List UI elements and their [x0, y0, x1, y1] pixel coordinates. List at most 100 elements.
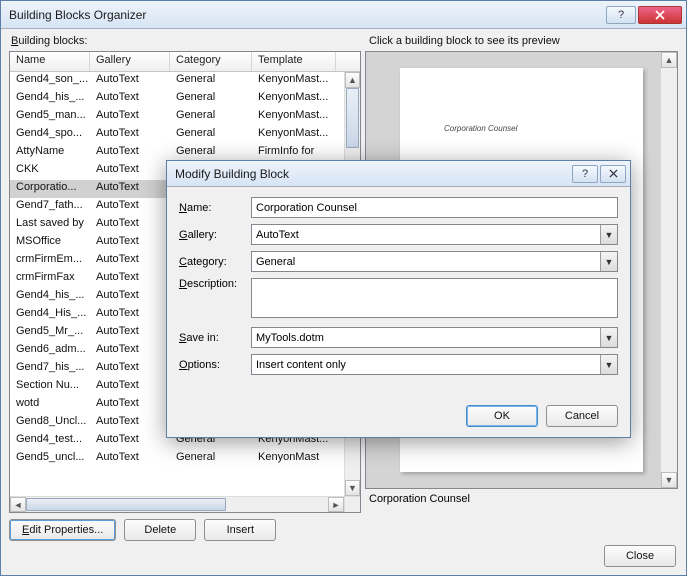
description-label: Description: — [179, 278, 251, 290]
name-input[interactable] — [251, 197, 618, 218]
window-close-button[interactable] — [638, 6, 682, 24]
preview-name-label: Corporation Counsel — [369, 493, 470, 505]
cell-gallery: AutoText — [90, 378, 170, 396]
table-row[interactable]: Gend4_spo...AutoTextGeneralKenyonMast... — [10, 126, 344, 144]
cell-name: Gend5_man... — [10, 108, 90, 126]
preview-scrollbar[interactable]: ▲ ▼ — [661, 52, 677, 488]
scroll-right-arrow-icon[interactable]: ► — [328, 497, 344, 512]
organizer-title: Building Blocks Organizer — [5, 8, 606, 22]
cell-gallery: AutoText — [90, 306, 170, 324]
help-button[interactable]: ? — [606, 6, 636, 24]
category-select[interactable]: General▼ — [251, 251, 618, 272]
cell-name: crmFirmEm... — [10, 252, 90, 270]
preview-scroll-down-icon[interactable]: ▼ — [661, 472, 677, 488]
cell-category: General — [170, 90, 252, 108]
gallery-select[interactable]: AutoText▼ — [251, 224, 618, 245]
chevron-down-icon: ▼ — [600, 328, 617, 347]
col-template[interactable]: Template — [252, 52, 336, 71]
edit-properties-button[interactable]: Edit Properties... — [9, 519, 116, 541]
cell-name: Gend7_his_... — [10, 360, 90, 378]
options-select[interactable]: Insert content only▼ — [251, 354, 618, 375]
cell-name: crmFirmFax — [10, 270, 90, 288]
modal-titlebar: Modify Building Block ? — [167, 161, 630, 187]
modal-close-button[interactable] — [600, 165, 626, 183]
hscroll-thumb[interactable] — [26, 498, 226, 511]
cell-gallery: AutoText — [90, 90, 170, 108]
col-gallery[interactable]: Gallery — [90, 52, 170, 71]
scroll-thumb[interactable] — [346, 88, 359, 148]
col-name[interactable]: Name — [10, 52, 90, 71]
name-label: Name: — [179, 202, 251, 214]
cell-name: Gend5_uncl... — [10, 450, 90, 468]
savein-select[interactable]: MyTools.dotm▼ — [251, 327, 618, 348]
gallery-label: Gallery: — [179, 229, 251, 241]
cell-name: Gend5_Mr_... — [10, 324, 90, 342]
scroll-up-arrow-icon[interactable]: ▲ — [345, 72, 360, 88]
cell-gallery: AutoText — [90, 162, 170, 180]
cell-name: Last saved by — [10, 216, 90, 234]
table-row[interactable]: Gend4_son_...AutoTextGeneralKenyonMast..… — [10, 72, 344, 90]
scroll-down-arrow-icon[interactable]: ▼ — [345, 480, 360, 496]
organizer-titlebar: Building Blocks Organizer ? — [1, 1, 686, 29]
modify-building-block-dialog: Modify Building Block ? Name: Gallery: A… — [166, 160, 631, 438]
cell-name: Gend6_adm... — [10, 342, 90, 360]
cell-name: AttyName — [10, 144, 90, 162]
cell-template: KenyonMast... — [252, 108, 336, 126]
table-row[interactable]: Gend5_man...AutoTextGeneralKenyonMast... — [10, 108, 344, 126]
cell-name: Gend8_Uncl... — [10, 414, 90, 432]
cell-category: General — [170, 108, 252, 126]
cell-name: Gend4_spo... — [10, 126, 90, 144]
cell-gallery: AutoText — [90, 450, 170, 468]
options-label: Options: — [179, 359, 251, 371]
building-blocks-label: Building blocks: — [11, 35, 87, 47]
close-icon — [655, 10, 665, 20]
cell-name: Gend7_fath... — [10, 198, 90, 216]
col-category[interactable]: Category — [170, 52, 252, 71]
cell-name: Gend4_son_... — [10, 72, 90, 90]
cell-gallery: AutoText — [90, 216, 170, 234]
cell-gallery: AutoText — [90, 126, 170, 144]
cell-name: wotd — [10, 396, 90, 414]
cell-gallery: AutoText — [90, 252, 170, 270]
cell-gallery: AutoText — [90, 360, 170, 378]
cell-name: Section Nu... — [10, 378, 90, 396]
delete-button[interactable]: Delete — [124, 519, 196, 541]
cell-name: Corporatio... — [10, 180, 90, 198]
horizontal-scrollbar[interactable]: ◄ ► — [10, 496, 344, 512]
cell-template: KenyonMast — [252, 450, 336, 468]
cell-gallery: AutoText — [90, 396, 170, 414]
chevron-down-icon: ▼ — [600, 355, 617, 374]
cell-category: General — [170, 450, 252, 468]
list-header: Name Gallery Category Template — [10, 52, 360, 72]
scroll-corner — [344, 496, 360, 512]
cell-name: Gend4_His_... — [10, 306, 90, 324]
savein-label: Save in: — [179, 332, 251, 344]
cell-category: General — [170, 72, 252, 90]
chevron-down-icon: ▼ — [600, 225, 617, 244]
chevron-down-icon: ▼ — [600, 252, 617, 271]
insert-button[interactable]: Insert — [204, 519, 276, 541]
close-icon — [609, 169, 618, 178]
close-button[interactable]: Close — [604, 545, 676, 567]
modal-help-button[interactable]: ? — [572, 165, 598, 183]
cell-name: Gend4_his_... — [10, 288, 90, 306]
preview-scroll-up-icon[interactable]: ▲ — [661, 52, 677, 68]
cell-gallery: AutoText — [90, 144, 170, 162]
ok-button[interactable]: OK — [466, 405, 538, 427]
cell-gallery: AutoText — [90, 108, 170, 126]
cell-gallery: AutoText — [90, 198, 170, 216]
cell-gallery: AutoText — [90, 72, 170, 90]
cell-name: Gend4_his_... — [10, 90, 90, 108]
cell-gallery: AutoText — [90, 288, 170, 306]
description-input[interactable] — [251, 278, 618, 318]
table-row[interactable]: Gend4_his_...AutoTextGeneralKenyonMast..… — [10, 90, 344, 108]
cell-template: KenyonMast... — [252, 72, 336, 90]
modal-title: Modify Building Block — [171, 167, 572, 181]
cell-name: MSOffice — [10, 234, 90, 252]
cell-gallery: AutoText — [90, 414, 170, 432]
scroll-left-arrow-icon[interactable]: ◄ — [10, 497, 26, 512]
category-label: Category: — [179, 256, 251, 268]
cell-template: KenyonMast... — [252, 126, 336, 144]
cancel-button[interactable]: Cancel — [546, 405, 618, 427]
table-row[interactable]: Gend5_uncl...AutoTextGeneralKenyonMast — [10, 450, 344, 468]
